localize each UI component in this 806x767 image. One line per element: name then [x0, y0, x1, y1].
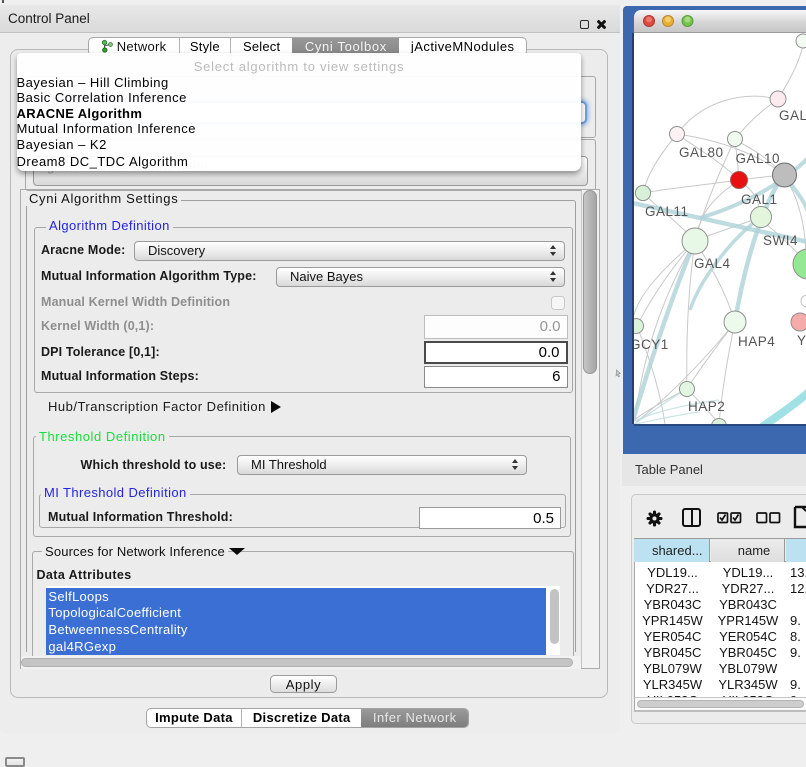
svg-text:Y: Y — [797, 333, 806, 348]
svg-text:HAP2: HAP2 — [688, 399, 725, 414]
svg-text:GAL80: GAL80 — [679, 145, 724, 160]
svg-text:GAL1: GAL1 — [741, 192, 778, 207]
svg-text:GAL7: GAL7 — [779, 108, 806, 123]
svg-text:GAL11: GAL11 — [645, 204, 689, 219]
svg-text:GAL4: GAL4 — [694, 256, 731, 271]
svg-text:SWI4: SWI4 — [763, 233, 798, 248]
svg-text:HAP4: HAP4 — [738, 334, 775, 349]
svg-text:GAL10: GAL10 — [736, 151, 781, 166]
svg-text:GCY1: GCY1 — [634, 337, 669, 352]
